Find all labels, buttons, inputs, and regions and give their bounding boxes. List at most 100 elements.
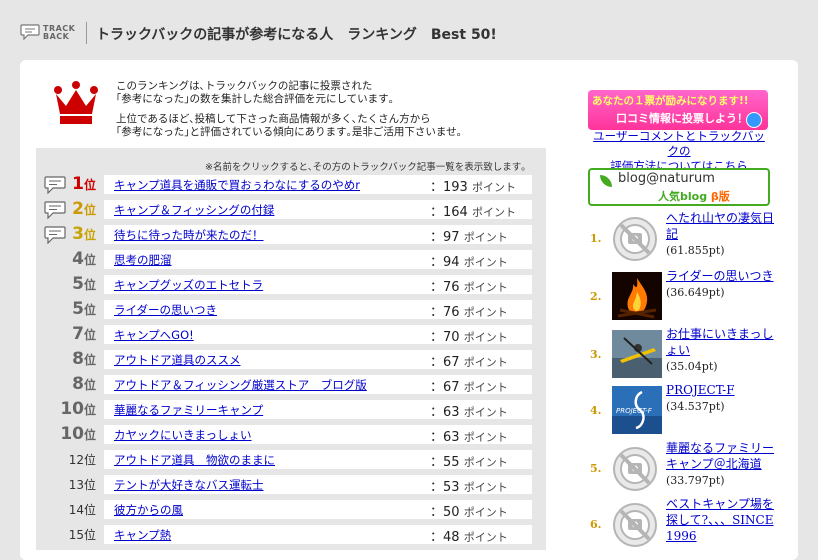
rank-position: 4位: [40, 249, 96, 270]
rank-position: 5位: [40, 274, 96, 295]
rank-unit: 位: [83, 478, 96, 492]
points-value: ：50 ポイント: [430, 505, 508, 520]
ranking-row: 7位 キャンプへGO! ：70 ポイント: [40, 324, 532, 345]
rank-unit: 位: [83, 528, 96, 542]
logo-line2: BACK: [43, 32, 70, 41]
popular-blog-item: 2. ライダーの思いつき (36.649pt): [590, 268, 790, 324]
blog-title-link[interactable]: ベストキャンプ場を探して?、、、SINCE 1996: [666, 496, 784, 544]
naturum-name: blog@naturum: [618, 171, 715, 186]
points-label: ポイント: [463, 431, 508, 444]
blog-name-link[interactable]: キャンプ＆フィッシングの付録: [114, 202, 274, 218]
blog-name-link[interactable]: テントが大好きなバス運転士: [114, 477, 264, 493]
ranking-row: 13位 テントが大好きなバス運転士 ：53 ポイント: [40, 474, 532, 495]
blog-name-link[interactable]: キャンプグッズのエトセトラ: [114, 277, 263, 293]
rank-unit: 位: [83, 278, 96, 292]
rank-position: 13位: [40, 474, 96, 495]
points-value: ：63 ポイント: [430, 430, 508, 445]
rank-position: 15位: [40, 524, 96, 545]
ranking-row: 14位 彼方からの風 ：50 ポイント: [40, 499, 532, 520]
ranking-row: 8位 アウトドア＆フィッシング厳選ストア ブログ版 ：67 ポイント: [40, 374, 532, 395]
blog-name-link[interactable]: 待ちに待った時が来たのだ！: [114, 227, 264, 243]
speech-bubble-icon: [20, 24, 40, 40]
points-value: ：55 ポイント: [430, 455, 508, 470]
rank-position: 8位: [40, 349, 96, 370]
ranking-row: 8位 アウトドア道具のススメ ：67 ポイント: [40, 349, 532, 370]
blog-name-link[interactable]: キャンプ道具を通販で買おぅわなにするのやめr: [114, 177, 360, 193]
kayak-thumbnail[interactable]: [612, 330, 662, 378]
beta-label: β版: [710, 190, 730, 203]
blog-name-link[interactable]: カヤックにいきまっしょい: [114, 427, 252, 443]
blog-name-link[interactable]: 彼方からの風: [114, 502, 183, 518]
points-label: ポイント: [471, 181, 516, 194]
ranking-row: 10位 カヤックにいきまっしょい ：63 ポイント: [40, 424, 532, 445]
rank-number: 15: [68, 528, 84, 542]
naturum-subtitle: 人気blog β版: [658, 188, 730, 204]
rank-position: 2位: [40, 199, 96, 220]
no-image-icon[interactable]: [612, 446, 658, 492]
naturum-sub-label: 人気blog: [658, 190, 708, 203]
points-number: 193: [443, 180, 468, 195]
blog-rank-number: 6.: [590, 518, 602, 531]
blog-name-link[interactable]: アウトドア＆フィッシング厳選ストア ブログ版: [114, 377, 367, 393]
rank-number: 5: [72, 299, 84, 319]
popular-blog-item: 5. 華麗なるファミリーキャンプ＠北海道 (33.797pt): [590, 440, 790, 496]
rank-unit: 位: [83, 328, 96, 342]
rank-position: 8位: [40, 374, 96, 395]
blog-name-link[interactable]: 華麗なるファミリーキャンプ: [114, 402, 263, 418]
no-image-icon[interactable]: [612, 216, 658, 262]
points-value: ：70 ポイント: [430, 330, 508, 345]
blog-name-link[interactable]: アウトドア道具 物欲のままに: [114, 452, 275, 468]
points-value: ：48 ポイント: [430, 530, 508, 545]
svg-text:PROJECT-F: PROJECT-F: [616, 407, 653, 415]
points-label: ポイント: [463, 306, 508, 319]
blog-title-link[interactable]: 華麗なるファミリーキャンプ＠北海道: [666, 440, 784, 472]
blog-name-link[interactable]: ライダーの思いつき: [114, 302, 217, 318]
points-label: ポイント: [463, 531, 508, 544]
ranking-row: 4位 思考の肥溜 ：94 ポイント: [40, 249, 532, 270]
promo-line2: 口コミ情報に投票しよう！: [616, 112, 748, 125]
points-label: ポイント: [463, 506, 508, 519]
points-value: ：67 ポイント: [430, 355, 508, 370]
blog-rank-number: 5.: [590, 462, 602, 475]
points-number: 94: [443, 255, 460, 270]
blog-name-link[interactable]: キャンプへGO!: [114, 327, 194, 343]
campfire-thumbnail[interactable]: [612, 272, 662, 320]
blog-title-link[interactable]: お仕事にいきまっしょい: [666, 326, 784, 358]
blog-name-link[interactable]: アウトドア道具のススメ: [114, 352, 241, 368]
project-f-thumbnail[interactable]: PROJECT-F: [612, 386, 662, 434]
points-number: 97: [443, 230, 460, 245]
leaf-icon: [600, 175, 612, 187]
page-header: TRACK BACK トラックバックの記事が参考になる人 ランキング Best …: [0, 0, 818, 58]
rank-position: 1位: [40, 174, 96, 195]
globe-icon: [746, 112, 762, 128]
rank-number: 13: [68, 478, 84, 492]
blog-name-link[interactable]: 思考の肥溜: [114, 252, 172, 268]
rank-unit: 位: [83, 503, 96, 517]
rank-number: 4: [72, 249, 84, 269]
vote-promo-banner[interactable]: あなたの１票が励みになります!! 口コミ情報に投票しよう！: [588, 90, 768, 130]
blog-title-link[interactable]: へたれ山ヤの凄気日記: [666, 210, 784, 242]
rank-unit: 位: [83, 453, 96, 467]
points-number: 67: [443, 380, 460, 395]
ranking-row: 12位 アウトドア道具 物欲のままに ：55 ポイント: [40, 449, 532, 470]
points-value: ：94 ポイント: [430, 255, 508, 270]
no-image-icon[interactable]: [612, 502, 658, 548]
naturum-popular-blog-badge[interactable]: blog@naturum 人気blog β版: [588, 168, 770, 206]
evaluation-link-line1[interactable]: ユーザーコメントとトラックバックの: [593, 129, 765, 158]
blog-score: (35.04pt): [666, 360, 718, 373]
blog-rank-number: 1.: [590, 232, 602, 245]
rank-position: 14位: [40, 499, 96, 520]
header-divider: [86, 22, 87, 44]
blog-title-link[interactable]: ライダーの思いつき: [666, 268, 784, 284]
ranking-row: 5位 キャンプグッズのエトセトラ ：76 ポイント: [40, 274, 532, 295]
rank-unit: 位: [83, 428, 96, 442]
blog-name-link[interactable]: キャンプ熱: [114, 527, 171, 543]
intro-line2: ｢参考になった｣の数を集計した総合評価を元にしています｡: [116, 93, 394, 105]
rank-number: 10: [60, 424, 84, 444]
points-label: ポイント: [463, 356, 508, 369]
blog-title-link[interactable]: PROJECT-F: [666, 382, 784, 398]
crown-icon: [54, 81, 98, 124]
blog-score: (33.797pt): [666, 474, 725, 487]
blog-score: (36.649pt): [666, 286, 725, 299]
points-number: 55: [443, 455, 460, 470]
